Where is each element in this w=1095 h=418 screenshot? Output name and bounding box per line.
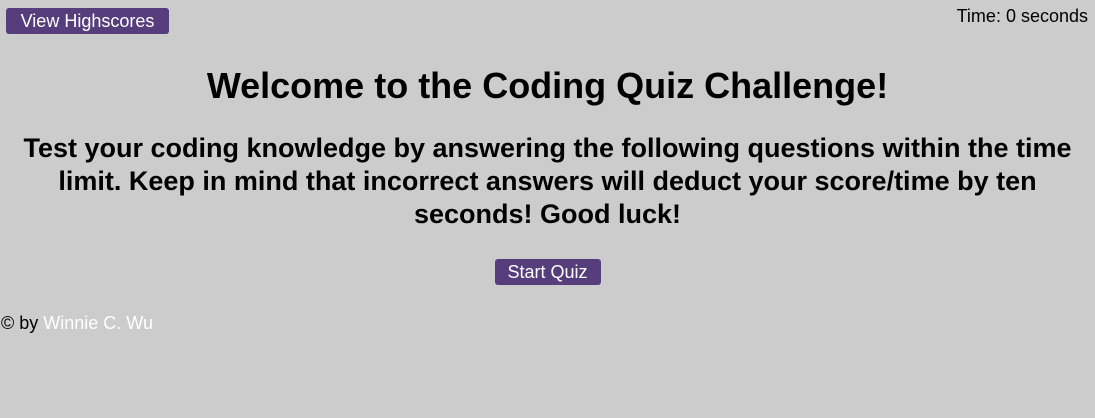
top-bar: View Highscores Time: 0 seconds [0,0,1095,40]
page-title: Welcome to the Coding Quiz Challenge! [206,65,889,106]
quiz-intro-section: Welcome to the Coding Quiz Challenge! Te… [0,62,1095,285]
author-link[interactable]: Winnie C. Wu [43,313,153,333]
view-highscores-button[interactable]: View Highscores [6,8,169,34]
copyright-prefix: © by [1,313,44,333]
footer: © by Winnie C. Wu [1,313,153,333]
start-quiz-button[interactable]: Start Quiz [494,259,601,285]
start-button-container: Start Quiz [0,259,1095,285]
timer-display: Time: 0 seconds [956,6,1088,26]
intro-text: Test your coding knowledge by answering … [23,133,1072,229]
